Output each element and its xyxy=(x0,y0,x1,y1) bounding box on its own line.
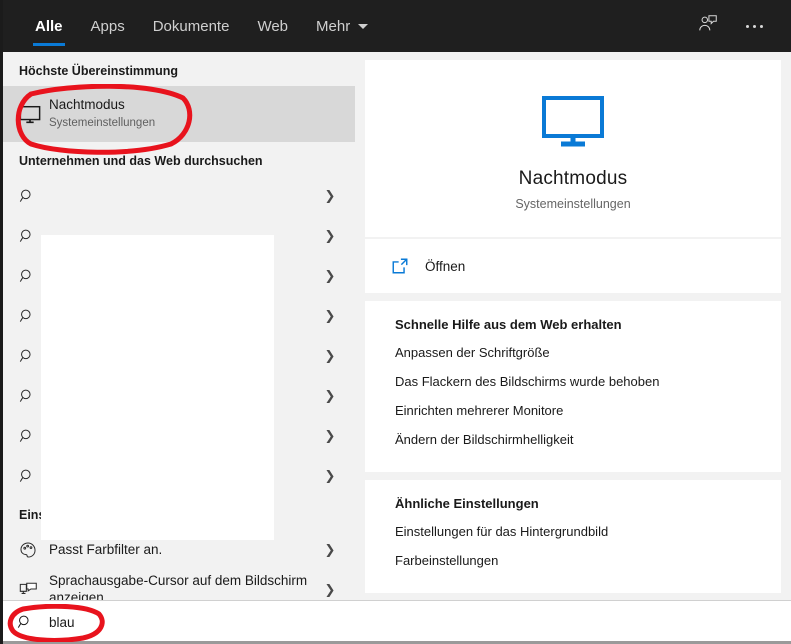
web-help-heading: Schnelle Hilfe aus dem Web erhalten xyxy=(395,317,622,332)
setting-item-label: Passt Farbfilter an. xyxy=(49,541,163,557)
tab-dokumente-label: Dokumente xyxy=(152,17,230,35)
search-icon xyxy=(19,188,49,205)
chevron-right-icon[interactable]: ❯ xyxy=(319,188,341,204)
tab-mehr[interactable]: Mehr xyxy=(302,0,382,52)
tab-alle-label: Alle xyxy=(35,17,63,35)
related-settings-heading: Ähnliche Einstellungen xyxy=(395,496,539,511)
chevron-right-icon[interactable]: ❯ xyxy=(319,582,341,598)
search-body: Höchste Übereinstimmung Nachtmodus Syste… xyxy=(3,52,791,600)
result-item-title: Nachtmodus xyxy=(49,97,125,113)
search-bar[interactable] xyxy=(3,600,791,644)
result-item-text: Nachtmodus Systemeinstellungen xyxy=(49,97,341,130)
setting-item-label: Sprachausgabe-Cursor auf dem Bildschirm … xyxy=(49,573,308,600)
more-options-button[interactable] xyxy=(733,6,775,46)
search-input[interactable] xyxy=(47,614,451,631)
feedback-button[interactable] xyxy=(687,6,729,46)
tab-apps[interactable]: Apps xyxy=(77,0,139,52)
tab-web-label: Web xyxy=(257,17,289,35)
web-help-link[interactable]: Das Flackern des Bildschirms wurde behob… xyxy=(395,367,781,396)
monitor-icon xyxy=(19,105,49,124)
search-header: Alle Apps Dokumente Web Mehr xyxy=(3,0,791,52)
chevron-right-icon[interactable]: ❯ xyxy=(319,308,341,324)
open-button[interactable]: Öffnen xyxy=(365,239,781,293)
chevron-right-icon[interactable]: ❯ xyxy=(319,542,341,558)
result-item-subtitle: Systemeinstellungen xyxy=(49,117,156,130)
tab-web[interactable]: Web xyxy=(243,0,302,52)
chevron-right-icon[interactable]: ❯ xyxy=(319,348,341,364)
preview-pane: Nachtmodus Systemeinstellungen Öffnen Sc… xyxy=(355,52,791,600)
color-palette-icon xyxy=(19,541,49,559)
tab-alle[interactable]: Alle xyxy=(21,0,77,52)
open-button-label: Öffnen xyxy=(425,258,466,274)
preview-title: Nachtmodus xyxy=(518,168,628,189)
redaction-overlay xyxy=(41,235,274,540)
preview-subtitle: Systemeinstellungen xyxy=(515,197,631,211)
windows-search-flyout: Alle Apps Dokumente Web Mehr Höchste Übe… xyxy=(0,0,791,644)
open-external-icon xyxy=(391,257,425,275)
search-tabs: Alle Apps Dokumente Web Mehr xyxy=(3,0,382,52)
results-list: Höchste Übereinstimmung Nachtmodus Syste… xyxy=(3,52,355,600)
web-search-heading: Unternehmen und das Web durchsuchen xyxy=(19,154,263,168)
chevron-right-icon[interactable]: ❯ xyxy=(319,268,341,284)
best-match-heading: Höchste Übereinstimmung xyxy=(19,64,179,78)
preview-hero-card: Nachtmodus Systemeinstellungen xyxy=(365,60,781,237)
tab-dokumente[interactable]: Dokumente xyxy=(139,0,244,52)
narrator-cursor-icon xyxy=(19,581,49,599)
more-options-icon xyxy=(745,24,763,28)
web-help-card: Schnelle Hilfe aus dem Web erhalten Anpa… xyxy=(365,301,781,472)
related-settings-link[interactable]: Farbeinstellungen xyxy=(395,546,781,575)
related-settings-link[interactable]: Einstellungen für das Hintergrundbild xyxy=(395,517,781,546)
web-help-link[interactable]: Anpassen der Schriftgröße xyxy=(395,338,781,367)
related-settings-card: Ähnliche Einstellungen Einstellungen für… xyxy=(365,480,781,593)
search-icon xyxy=(17,614,47,631)
monitor-icon xyxy=(538,94,608,152)
chevron-right-icon[interactable]: ❯ xyxy=(319,428,341,444)
header-actions xyxy=(687,6,791,46)
best-match-container: Nachtmodus Systemeinstellungen xyxy=(3,86,355,142)
feedback-icon xyxy=(697,13,719,40)
result-item-nachtmodus[interactable]: Nachtmodus Systemeinstellungen xyxy=(3,86,355,142)
tab-apps-label: Apps xyxy=(90,17,125,35)
chevron-right-icon[interactable]: ❯ xyxy=(319,388,341,404)
tab-mehr-label: Mehr xyxy=(316,17,351,35)
setting-item-sprachausgabe-cursor[interactable]: Sprachausgabe-Cursor auf dem Bildschirm … xyxy=(3,570,355,600)
chevron-right-icon[interactable]: ❯ xyxy=(319,228,341,244)
chevron-down-icon xyxy=(358,23,369,29)
web-help-link[interactable]: Ändern der Bildschirmhelligkeit xyxy=(395,425,781,454)
web-help-link[interactable]: Einrichten mehrerer Monitore xyxy=(395,396,781,425)
chevron-right-icon[interactable]: ❯ xyxy=(319,468,341,484)
list-item[interactable]: ❯ xyxy=(3,176,355,216)
